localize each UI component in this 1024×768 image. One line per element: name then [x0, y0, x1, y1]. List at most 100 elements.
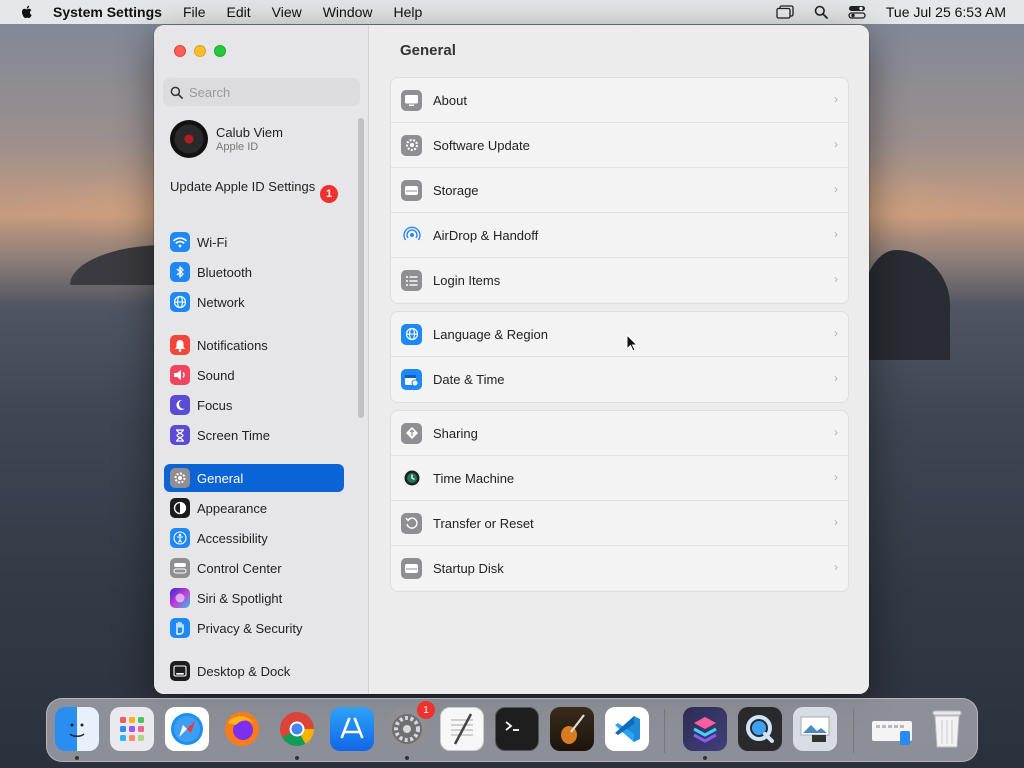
sidebar-item-siri-spotlight[interactable]: Siri & Spotlight	[164, 584, 344, 612]
hand-icon	[170, 618, 190, 638]
airdrop-icon	[401, 225, 422, 246]
sidebar-item-desktop-dock[interactable]: Desktop & Dock	[164, 657, 344, 685]
row-startup-disk[interactable]: Startup Disk ›	[391, 546, 848, 591]
update-badge: 1	[320, 185, 338, 203]
trash-icon[interactable]	[925, 707, 969, 751]
globe-icon	[170, 292, 190, 312]
profile-name: Calub Viem	[216, 125, 283, 140]
close-button[interactable]	[174, 45, 186, 57]
launchpad-icon[interactable]	[110, 707, 154, 751]
firefox-icon[interactable]	[220, 707, 264, 751]
chevron-right-icon: ›	[834, 425, 838, 439]
sidebar-item-privacy-security[interactable]: Privacy & Security	[164, 614, 344, 642]
control-center-icon	[170, 558, 190, 578]
vscode-icon[interactable]	[605, 707, 649, 751]
sidebar-item-label: Desktop & Dock	[197, 663, 291, 679]
chevron-right-icon: ›	[834, 371, 838, 385]
running-indicator	[405, 756, 409, 760]
menu-clock[interactable]: Tue Jul 25 6:53 AM	[886, 4, 1006, 20]
page-title: General	[400, 42, 456, 59]
chrome-icon[interactable]	[275, 707, 319, 751]
shortcuts-icon[interactable]	[683, 707, 727, 751]
sidebar-item-control-center[interactable]: Control Center	[164, 554, 344, 582]
disk-icon	[401, 558, 422, 579]
system-settings-window: Search Calub Viem Apple ID Update Apple …	[154, 25, 869, 694]
chevron-right-icon: ›	[834, 272, 838, 286]
menu-edit[interactable]: Edit	[227, 4, 251, 20]
row-label: Storage	[433, 182, 479, 198]
preview-icon[interactable]	[793, 707, 837, 751]
apple-id-profile[interactable]: Calub Viem Apple ID	[170, 120, 283, 158]
search-icon	[170, 86, 183, 99]
row-sharing[interactable]: Sharing ›	[391, 411, 848, 456]
sidebar-item-label: Network	[197, 294, 245, 310]
row-time-machine[interactable]: Time Machine ›	[391, 456, 848, 501]
sidebar-item-wifi[interactable]: Wi-Fi	[164, 228, 344, 256]
sidebar-item-notifications[interactable]: Notifications	[164, 331, 344, 359]
menu-file[interactable]: File	[183, 4, 206, 20]
sidebar-item-label: Wi-Fi	[197, 234, 228, 250]
sidebar-scrollbar[interactable]	[358, 118, 364, 418]
zoom-button[interactable]	[214, 45, 226, 57]
control-center-icon[interactable]	[846, 4, 868, 20]
sidebar-item-appearance[interactable]: Appearance	[164, 494, 344, 522]
window-controls	[174, 45, 226, 57]
speaker-icon	[170, 365, 190, 385]
sidebar-item-focus[interactable]: Focus	[164, 391, 344, 419]
menu-window[interactable]: Window	[323, 4, 373, 20]
appearance-icon	[170, 498, 190, 518]
drive-icon	[401, 179, 422, 201]
avatar	[170, 120, 208, 158]
finder-icon[interactable]	[55, 707, 99, 751]
row-login-items[interactable]: Login Items ›	[391, 258, 848, 303]
bluetooth-icon	[170, 262, 190, 282]
row-label: Software Update	[433, 137, 530, 153]
wallpaper-island-right	[860, 250, 950, 360]
row-date-time[interactable]: Date & Time ›	[391, 357, 848, 402]
textedit-icon[interactable]	[440, 707, 484, 751]
sidebar-item-accessibility[interactable]: Accessibility	[164, 524, 344, 552]
sidebar-item-general[interactable]: General	[164, 464, 344, 492]
sidebar-item-label: Notifications	[197, 337, 268, 353]
quicktime-icon[interactable]	[738, 707, 782, 751]
siri-icon	[170, 588, 190, 608]
dock: 1	[46, 698, 978, 762]
row-transfer-reset[interactable]: Transfer or Reset ›	[391, 501, 848, 546]
display-icon	[401, 89, 422, 111]
gear-badge-icon	[401, 134, 422, 156]
chevron-right-icon: ›	[834, 560, 838, 574]
spotlight-search-icon[interactable]	[810, 4, 832, 20]
stage-manager-icon[interactable]	[774, 4, 796, 20]
safari-icon[interactable]	[165, 707, 209, 751]
calendar-clock-icon	[401, 369, 422, 390]
row-storage[interactable]: Storage ›	[391, 168, 848, 213]
downloads-folder-icon[interactable]	[870, 707, 914, 751]
time-machine-icon	[401, 468, 422, 489]
terminal-icon[interactable]	[495, 707, 539, 751]
guitar-icon[interactable]	[550, 707, 594, 751]
row-about[interactable]: About ›	[391, 78, 848, 123]
menu-help[interactable]: Help	[394, 4, 423, 20]
row-label: Language & Region	[433, 326, 548, 342]
chevron-right-icon: ›	[834, 227, 838, 241]
row-software-update[interactable]: Software Update ›	[391, 123, 848, 168]
row-airdrop-handoff[interactable]: AirDrop & Handoff ›	[391, 213, 848, 258]
apple-menu-icon[interactable]	[19, 4, 35, 20]
dock-icon	[170, 661, 190, 681]
settings-group-3: Sharing › Time Machine › Transfer or Res…	[390, 410, 849, 592]
sidebar-item-bluetooth[interactable]: Bluetooth	[164, 258, 344, 286]
settings-group-1: About › Software Update › Storage › AirD…	[390, 77, 849, 304]
minimize-button[interactable]	[194, 45, 206, 57]
row-language-region[interactable]: Language & Region ›	[391, 312, 848, 357]
menu-view[interactable]: View	[272, 4, 302, 20]
system-settings-icon[interactable]: 1	[385, 701, 435, 751]
app-store-icon[interactable]	[330, 707, 374, 751]
sidebar-item-screen-time[interactable]: Screen Time	[164, 421, 344, 449]
dock-separator	[853, 709, 854, 753]
sidebar-item-network[interactable]: Network	[164, 288, 344, 316]
sharing-icon	[401, 422, 422, 444]
search-input[interactable]: Search	[163, 78, 360, 106]
menu-app-name[interactable]: System Settings	[53, 4, 162, 20]
update-apple-id-settings[interactable]: Update Apple ID Settings	[170, 179, 340, 195]
sidebar-item-sound[interactable]: Sound	[164, 361, 344, 389]
